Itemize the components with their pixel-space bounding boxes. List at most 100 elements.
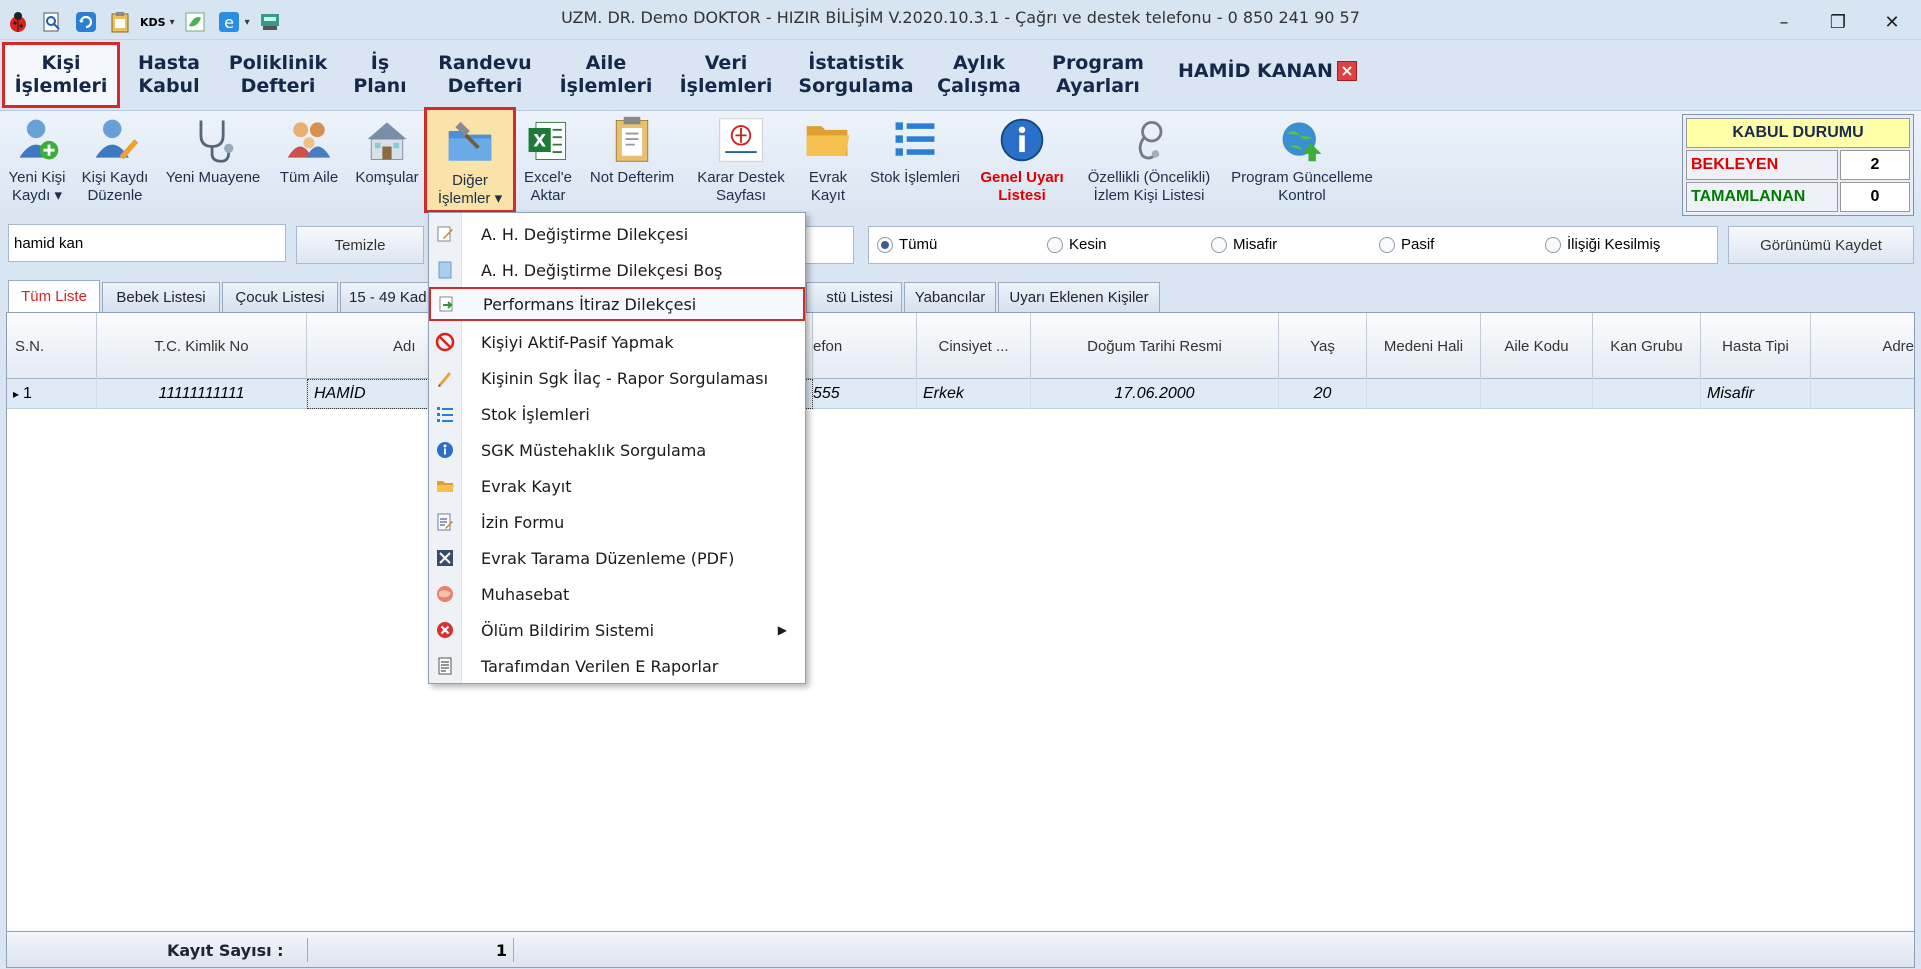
program-update-button[interactable]: Program Güncelleme Kontrol bbox=[1226, 113, 1378, 213]
column-phone[interactable]: efon bbox=[813, 313, 917, 379]
stock-operations-button[interactable]: Stok İşlemleri bbox=[862, 113, 968, 213]
leaf-icon[interactable] bbox=[181, 8, 209, 36]
priority-monitoring-list-button[interactable]: Özellikli (Öncelikli) İzlem Kişi Listesi bbox=[1082, 113, 1216, 213]
kds-button[interactable]: KDS ▾ bbox=[140, 8, 175, 36]
neighbours-button[interactable]: Komşular bbox=[350, 113, 424, 213]
tab-child-list[interactable]: Çocuk Listesi bbox=[222, 282, 338, 312]
minimize-button[interactable]: – bbox=[1765, 8, 1803, 36]
save-view-button[interactable]: Görünümü Kaydet bbox=[1728, 226, 1914, 264]
search-doc-icon[interactable] bbox=[38, 8, 66, 36]
tab-warned-persons[interactable]: Uyarı Eklenen Kişiler bbox=[998, 282, 1160, 312]
svg-text:e: e bbox=[224, 13, 234, 32]
column-tc-id[interactable]: T.C. Kimlik No bbox=[97, 313, 307, 379]
chevron-down-icon[interactable]: ▾ bbox=[245, 17, 250, 28]
document-record-button[interactable]: Evrak Kayıt bbox=[798, 113, 858, 213]
column-family-code[interactable]: Aile Kodu bbox=[1481, 313, 1593, 379]
filter-disconnected[interactable]: İlişiği Kesilmiş bbox=[1545, 236, 1660, 253]
edit-person-button[interactable]: Kişi Kaydı Düzenle bbox=[76, 113, 154, 213]
column-blood-group[interactable]: Kan Grubu bbox=[1593, 313, 1701, 379]
scan-icon bbox=[429, 548, 461, 568]
refresh-icon[interactable] bbox=[72, 8, 100, 36]
globe-icon bbox=[429, 584, 461, 604]
column-sn[interactable]: S.N. bbox=[7, 313, 97, 379]
menu-item-ah-change-petition-blank[interactable]: A. H. Değiştirme Dilekçesi Boş bbox=[429, 253, 805, 287]
export-excel-button[interactable]: X Excel'e Aktar bbox=[520, 113, 576, 213]
menu-tab-aile-islemleri[interactable]: Aile İşlemleri bbox=[556, 42, 656, 108]
menu-tab-program-ayarlari[interactable]: Program Ayarları bbox=[1042, 42, 1154, 108]
menu-item-scan-edit-pdf[interactable]: Evrak Tarama Düzenleme (PDF) bbox=[429, 541, 805, 575]
tab-women-15-49[interactable]: 15 - 49 Kadı bbox=[340, 282, 436, 312]
column-address[interactable]: Adre bbox=[1811, 313, 1914, 379]
cell-blood-group bbox=[1593, 379, 1701, 409]
menu-tab-randevu-defteri[interactable]: Randevu Defteri bbox=[432, 42, 538, 108]
menu-item-death-notification[interactable]: Ölüm Bildirim Sistemi ▶ bbox=[429, 613, 805, 647]
report-icon bbox=[429, 656, 461, 676]
filter-passive[interactable]: Pasif bbox=[1379, 236, 1434, 253]
cell-marital-status bbox=[1367, 379, 1481, 409]
menu-item-performance-objection[interactable]: Performans İtiraz Dilekçesi bbox=[429, 287, 805, 321]
filter-guest[interactable]: Misafir bbox=[1211, 236, 1277, 253]
column-gender[interactable]: Cinsiyet ... bbox=[917, 313, 1031, 379]
filter-definite[interactable]: Kesin bbox=[1047, 236, 1107, 253]
window-title: UZM. DR. Demo DOKTOR - HIZIR BİLİŞİM V.2… bbox=[561, 8, 1360, 27]
clipboard-icon[interactable] bbox=[106, 8, 134, 36]
clear-button[interactable]: Temizle bbox=[296, 226, 424, 264]
menu-item-sgk-eligibility[interactable]: SGK Müstehaklık Sorgulama bbox=[429, 433, 805, 467]
scanner-icon[interactable] bbox=[256, 8, 284, 36]
folder-hammer-icon bbox=[443, 116, 497, 170]
menu-tab-poliklinik-defteri[interactable]: Poliklinik Defteri bbox=[226, 42, 330, 108]
main-menu: Kişi İşlemleri Hasta Kabul Poliklinik De… bbox=[0, 40, 1921, 110]
menu-item-ah-change-petition[interactable]: A. H. Değiştirme Dilekçesi bbox=[429, 217, 805, 251]
restore-button[interactable]: ❐ bbox=[1819, 8, 1857, 36]
menu-item-active-passive[interactable]: Kişiyi Aktif-Pasif Yapmak bbox=[429, 325, 805, 359]
family-icon bbox=[282, 113, 336, 167]
menu-tab-istatistik-sorgulama[interactable]: İstatistik Sorgulama bbox=[796, 42, 916, 108]
new-person-button[interactable]: Yeni Kişi Kaydı ▾ bbox=[4, 113, 70, 213]
pen-icon bbox=[429, 368, 461, 388]
menu-tab-is-plani[interactable]: İş Planı bbox=[340, 42, 420, 108]
menu-item-document-record[interactable]: Evrak Kayıt bbox=[429, 469, 805, 503]
menu-item-sgk-drug-report[interactable]: Kişinin Sgk İlaç - Rapor Sorgulaması bbox=[429, 361, 805, 395]
radio-icon bbox=[877, 236, 893, 253]
tab-foreigners[interactable]: Yabancılar bbox=[904, 282, 996, 312]
column-patient-type[interactable]: Hasta Tipi bbox=[1701, 313, 1811, 379]
my-notebook-button[interactable]: Not Defterim bbox=[584, 113, 680, 213]
menu-tab-aylik-calisma[interactable]: Aylık Çalışma bbox=[934, 42, 1024, 108]
close-icon[interactable]: × bbox=[1336, 61, 1357, 81]
edit-doc-icon bbox=[429, 224, 461, 244]
decision-support-button[interactable]: Karar Destek Sayfası bbox=[690, 113, 792, 213]
excel-icon: X bbox=[521, 113, 575, 167]
completed-count: 0 bbox=[1840, 182, 1910, 212]
search-input[interactable] bbox=[8, 224, 286, 262]
user-tab[interactable]: HAMİD KANAN × bbox=[1178, 60, 1357, 82]
menu-tab-veri-islemleri[interactable]: Veri İşlemleri bbox=[674, 42, 778, 108]
title-bar: KDS ▾ e ▾ UZM. DR. Demo DOKTOR - HIZIR Bİ… bbox=[0, 0, 1921, 40]
other-operations-button[interactable]: Diğer İşlemler ▾ bbox=[424, 107, 516, 213]
tab-age-over-list[interactable]: stü Listesi bbox=[806, 282, 902, 312]
menu-item-leave-form[interactable]: İzin Formu bbox=[429, 505, 805, 539]
column-marital-status[interactable]: Medeni Hali bbox=[1367, 313, 1481, 379]
filter-all[interactable]: Tümü bbox=[877, 236, 937, 253]
close-button[interactable]: ✕ bbox=[1873, 8, 1911, 36]
general-warning-list-button[interactable]: Genel Uyarı Listesi bbox=[972, 113, 1072, 213]
completed-label: TAMAMLANAN bbox=[1686, 182, 1838, 212]
menu-item-e-reports[interactable]: Tarafımdan Verilen E Raporlar bbox=[429, 649, 805, 683]
menu-item-accounting[interactable]: Muhasebat bbox=[429, 577, 805, 611]
cell-sn: ▸ 1 bbox=[7, 379, 97, 409]
table-row[interactable]: ▸ 1 11111111111 HAMİD 555 Erkek 17.06.200… bbox=[7, 379, 1914, 409]
ladybug-icon[interactable] bbox=[4, 8, 32, 36]
whole-family-button[interactable]: Tüm Aile bbox=[274, 113, 344, 213]
new-examination-button[interactable]: Yeni Muayene bbox=[160, 113, 266, 213]
browser-icon[interactable]: e bbox=[215, 8, 243, 36]
column-age[interactable]: Yaş bbox=[1279, 313, 1367, 379]
tab-all-list[interactable]: Tüm Liste bbox=[8, 280, 100, 312]
tab-baby-list[interactable]: Bebek Listesi bbox=[102, 282, 220, 312]
menu-tab-hasta-kabul[interactable]: Hasta Kabul bbox=[128, 42, 210, 108]
folder-icon bbox=[429, 476, 461, 496]
status-filter-group: Tümü Kesin Misafir Pasif İlişiği Kesilmi… bbox=[868, 226, 1718, 264]
cell-birth-date: 17.06.2000 bbox=[1031, 379, 1279, 409]
menu-item-stock-operations[interactable]: Stok İşlemleri bbox=[429, 397, 805, 431]
column-birth-date[interactable]: Doğum Tarihi Resmi bbox=[1031, 313, 1279, 379]
stethoscope-icon bbox=[1122, 113, 1176, 167]
menu-tab-kisi-islemleri[interactable]: Kişi İşlemleri bbox=[2, 42, 120, 108]
